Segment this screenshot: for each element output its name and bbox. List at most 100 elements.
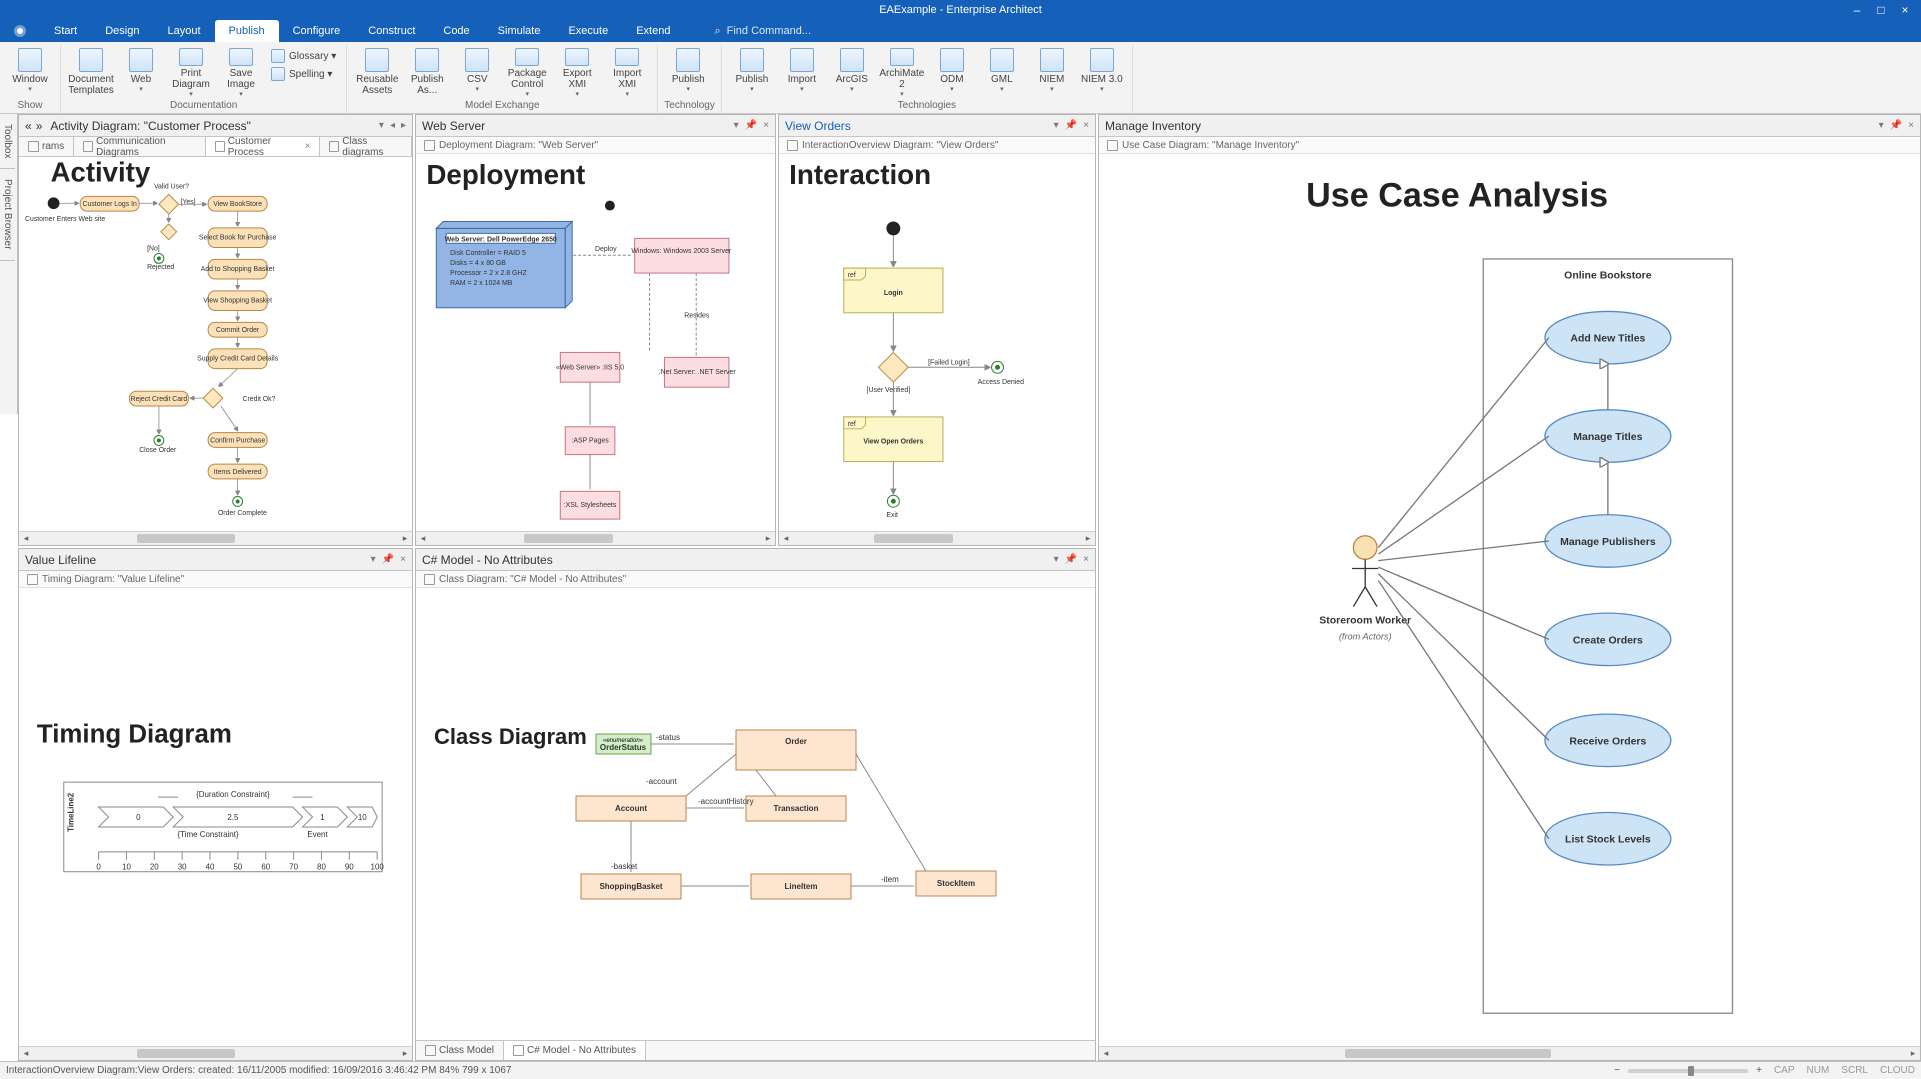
find-command[interactable]: ⌕ Find Command... xyxy=(714,20,811,42)
ribbon-spelling[interactable]: Spelling ▾ xyxy=(267,65,340,83)
close-icon[interactable]: × xyxy=(1083,554,1089,565)
diagram-icon xyxy=(424,140,435,151)
timing-sub: Timing Diagram: "Value Lifeline" xyxy=(42,574,184,585)
timing-head: Value Lifeline xyxy=(25,553,96,567)
ribbon-import[interactable]: Import▾ xyxy=(778,45,826,99)
chevron-right-icon[interactable]: ▸ xyxy=(401,120,406,131)
svg-text:Online Bookstore: Online Bookstore xyxy=(1564,271,1652,282)
ftab-class-model[interactable]: Class Model xyxy=(416,1041,504,1060)
ribbon-export-xmi[interactable]: Export XMI▾ xyxy=(553,45,601,99)
menu-code[interactable]: Code xyxy=(429,20,483,42)
svg-text:.Net Server: .NET Server: .Net Server: .NET Server xyxy=(659,369,737,376)
svg-text:Transaction: Transaction xyxy=(774,804,819,813)
diagram-icon xyxy=(27,574,38,585)
ribbon-niem[interactable]: NIEM▾ xyxy=(1028,45,1076,99)
ribbon-gml[interactable]: GML▾ xyxy=(978,45,1026,99)
svg-text::XSL Stylesheets: :XSL Stylesheets xyxy=(564,502,617,509)
ribbon-print-diagram[interactable]: Print Diagram▾ xyxy=(167,45,215,99)
svg-text:Order Complete: Order Complete xyxy=(218,510,267,517)
ribbon-web[interactable]: Web▾ xyxy=(117,45,165,99)
hscrollbar[interactable]: ◂▸ xyxy=(19,1046,412,1060)
dropdown-icon[interactable]: ▾ xyxy=(371,554,376,565)
tab-close-icon[interactable]: × xyxy=(305,141,311,152)
svg-text:[No]: [No] xyxy=(147,246,160,253)
menu-design[interactable]: Design xyxy=(91,20,153,42)
close-icon[interactable]: × xyxy=(1908,120,1914,131)
ribbon-odm[interactable]: ODM▾ xyxy=(928,45,976,99)
zoom-slider[interactable] xyxy=(1628,1069,1748,1073)
tab-rams[interactable]: rams xyxy=(19,137,74,156)
usecase-title: Use Case Analysis xyxy=(1306,176,1608,214)
pin-icon[interactable]: 📌 xyxy=(745,120,757,131)
ftab-c-model-no-attributes[interactable]: C# Model - No Attributes xyxy=(504,1041,646,1060)
menu-extend[interactable]: Extend xyxy=(622,20,684,42)
activity-title: Activity xyxy=(51,157,151,188)
menu-construct[interactable]: Construct xyxy=(354,20,429,42)
tab-customer-process[interactable]: Customer Process× xyxy=(206,137,320,156)
close-icon[interactable]: × xyxy=(1895,3,1915,17)
interaction-title: Interaction xyxy=(789,159,931,190)
menu-publish[interactable]: Publish xyxy=(215,20,279,42)
ribbon-package-control[interactable]: Package Control▾ xyxy=(503,45,551,99)
svg-text:Deploy: Deploy xyxy=(595,246,617,253)
ribbon-arcgis[interactable]: ArcGIS▾ xyxy=(828,45,876,99)
svg-text:ref: ref xyxy=(848,272,856,279)
zoom-minus-icon[interactable]: − xyxy=(1614,1065,1620,1076)
close-icon[interactable]: × xyxy=(400,554,406,565)
ribbon-csv[interactable]: CSV▾ xyxy=(453,45,501,99)
pin-icon[interactable]: 📌 xyxy=(1065,554,1077,565)
ribbon-save-image[interactable]: Save Image▾ xyxy=(217,45,265,99)
status-cap: CAP xyxy=(1774,1065,1795,1076)
nav-back-icon[interactable]: « xyxy=(25,119,32,133)
svg-text:TimeLine2: TimeLine2 xyxy=(67,792,76,832)
svg-text:(from Actors): (from Actors) xyxy=(1339,631,1392,641)
ribbon-niem-3-0[interactable]: NIEM 3.0▾ xyxy=(1078,45,1126,99)
hscrollbar[interactable]: ◂▸ xyxy=(779,531,1095,545)
diagram-icon xyxy=(424,574,435,585)
hscrollbar[interactable]: ◂▸ xyxy=(1099,1046,1920,1060)
svg-text:Exit: Exit xyxy=(886,512,898,519)
menu-layout[interactable]: Layout xyxy=(153,20,214,42)
ribbon-glossary[interactable]: Glossary ▾ xyxy=(267,47,340,65)
svg-text:Supply Credit Card Details: Supply Credit Card Details xyxy=(197,356,279,363)
ribbon-publish[interactable]: Publish▾ xyxy=(728,45,776,99)
ribbon-archimate-2[interactable]: ArchiMate 2▾ xyxy=(878,45,926,99)
minimize-icon[interactable]: – xyxy=(1847,3,1867,17)
dropdown-icon[interactable]: ▾ xyxy=(1879,120,1884,131)
pin-icon[interactable]: 📌 xyxy=(382,554,394,565)
dropdown-icon[interactable]: ▾ xyxy=(1054,120,1059,131)
tab-communication-diagrams[interactable]: Communication Diagrams xyxy=(74,137,206,156)
pane-deployment: Web Server▾📌× Deployment Diagram: "Web S… xyxy=(415,114,776,546)
hscrollbar[interactable]: ◂▸ xyxy=(416,531,775,545)
menu-simulate[interactable]: Simulate xyxy=(484,20,555,42)
tab-class-diagrams[interactable]: Class diagrams xyxy=(320,137,412,156)
dropdown-icon[interactable]: ▾ xyxy=(379,120,384,131)
menu-configure[interactable]: Configure xyxy=(279,20,355,42)
ribbon-icon xyxy=(740,48,764,72)
close-icon[interactable]: × xyxy=(763,120,769,131)
side-tab-project-browser[interactable]: Project Browser xyxy=(0,169,15,261)
ribbon-publish[interactable]: Publish▾ xyxy=(664,45,712,99)
class-sub: Class Diagram: "C# Model - No Attributes… xyxy=(439,574,626,585)
svg-text:List Stock Levels: List Stock Levels xyxy=(1565,835,1651,846)
dropdown-icon[interactable]: ▾ xyxy=(734,120,739,131)
ribbon-icon xyxy=(1090,48,1114,72)
pin-icon[interactable]: 📌 xyxy=(1065,120,1077,131)
side-tab-toolbox[interactable]: Toolbox xyxy=(0,114,15,169)
ribbon-publish-as-[interactable]: Publish As... xyxy=(403,45,451,99)
ribbon-window[interactable]: Window▾ xyxy=(6,45,54,99)
menu-execute[interactable]: Execute xyxy=(554,20,622,42)
ribbon-reusable-assets[interactable]: Reusable Assets xyxy=(353,45,401,99)
maximize-icon[interactable]: □ xyxy=(1871,3,1891,17)
menu-start[interactable]: Start xyxy=(40,20,91,42)
pane-class: C# Model - No Attributes ▾ 📌 × Class Diagra… xyxy=(415,548,1096,1061)
ribbon-import-xmi[interactable]: Import XMI▾ xyxy=(603,45,651,99)
chevron-left-icon[interactable]: ◂ xyxy=(390,120,395,131)
nav-fwd-icon[interactable]: » xyxy=(36,119,43,133)
hscrollbar[interactable]: ◂▸ xyxy=(19,531,412,545)
close-icon[interactable]: × xyxy=(1083,120,1089,131)
ribbon-document-templates[interactable]: Document Templates xyxy=(67,45,115,99)
app-icon[interactable] xyxy=(0,20,40,42)
dropdown-icon[interactable]: ▾ xyxy=(1054,554,1059,565)
pin-icon[interactable]: 📌 xyxy=(1890,120,1902,131)
